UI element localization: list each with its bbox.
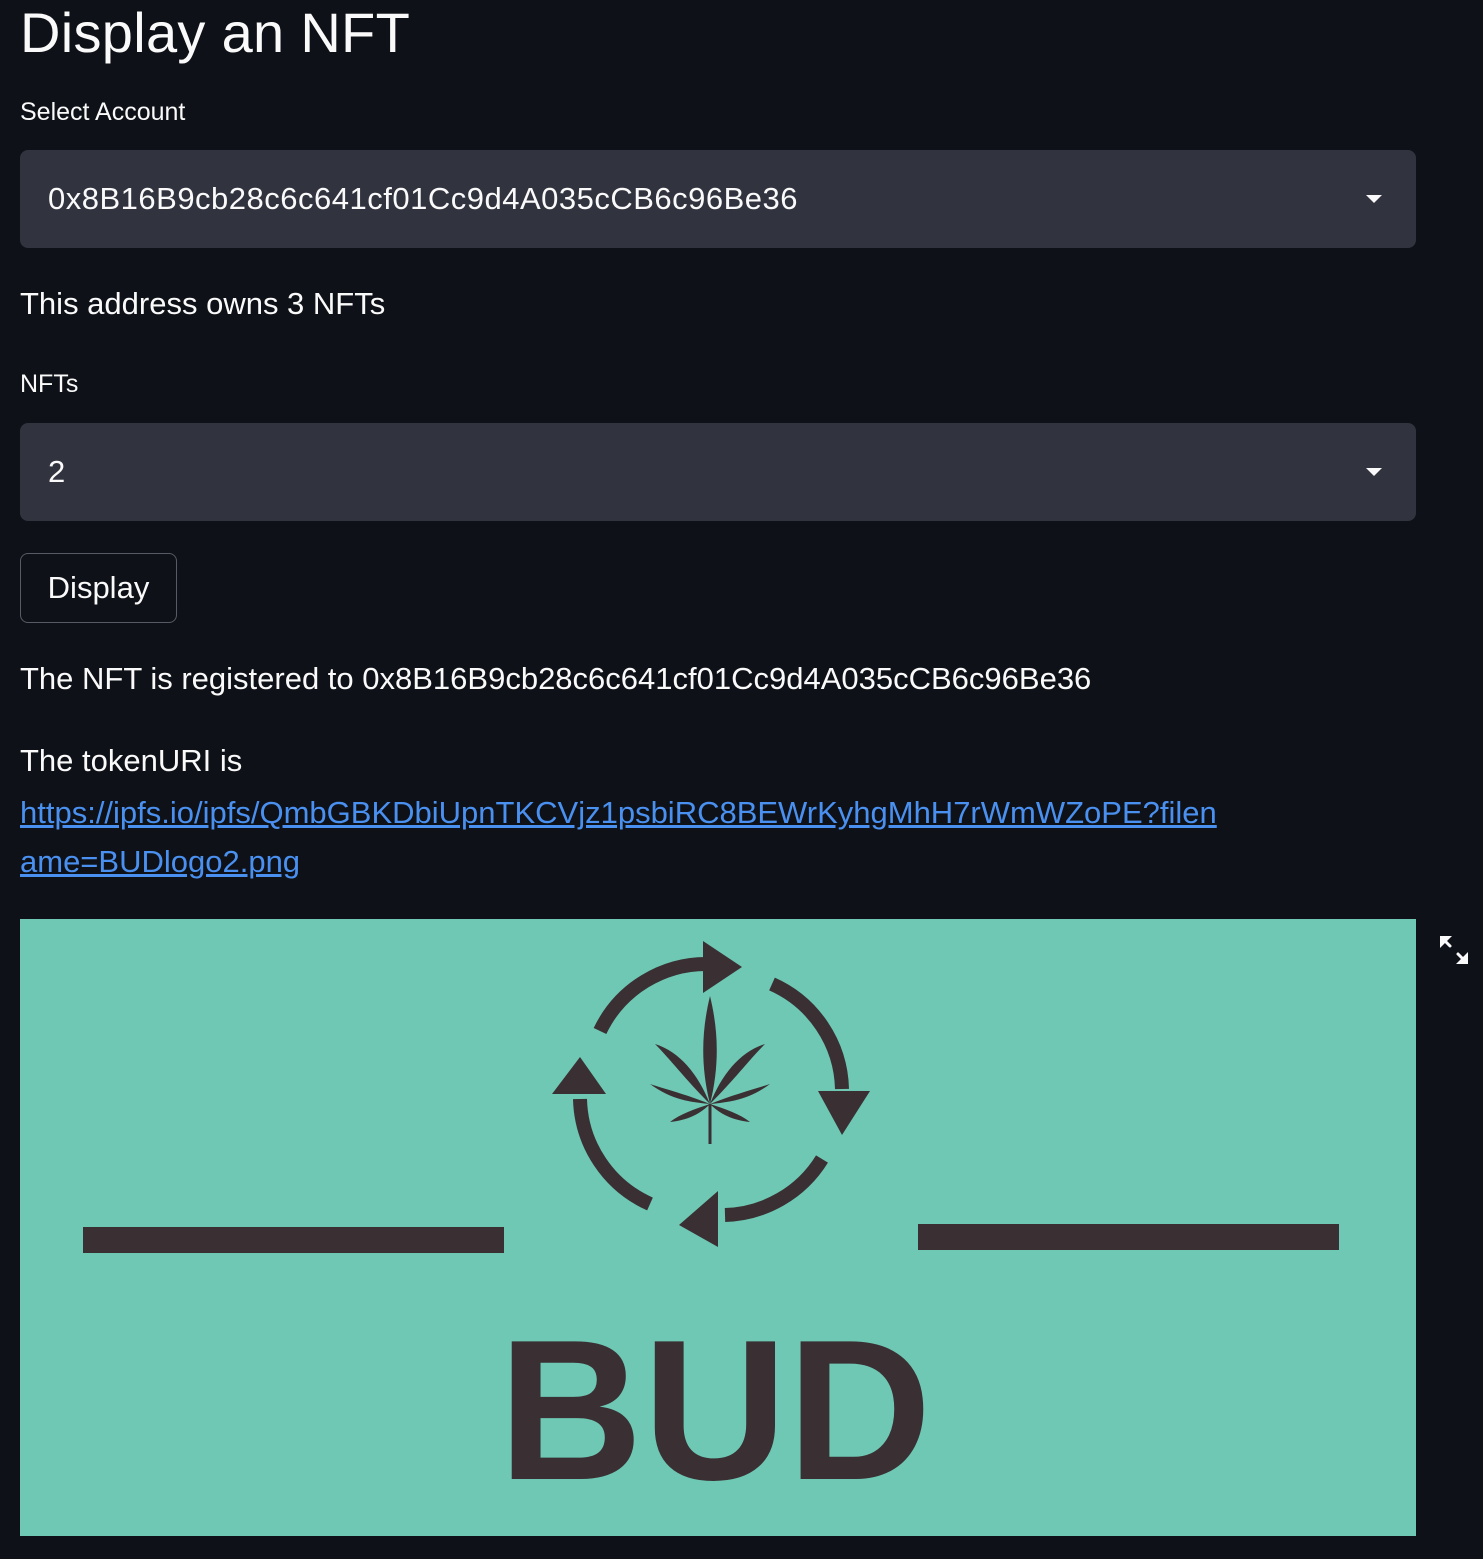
display-button[interactable]: Display [20, 553, 177, 623]
nft-image: BUD [20, 919, 1416, 1536]
bud-logo: BUD [83, 941, 1339, 1522]
page-title: Display an NFT [20, 1, 411, 64]
account-select[interactable]: 0x8B16B9cb28c6c641cf01Cc9d4A035cCB6c96Be… [20, 150, 1416, 248]
account-select-label: Select Account [20, 98, 186, 126]
chevron-down-icon [1366, 195, 1382, 203]
fullscreen-icon[interactable] [1436, 932, 1472, 968]
app-page: Display an NFT Select Account 0x8B16B9cb… [0, 0, 1483, 1559]
token-uri-label: The tokenURI is [20, 743, 243, 778]
nft-select[interactable]: 2 [20, 423, 1416, 521]
registered-owner-text: The NFT is registered to 0x8B16B9cb28c6c… [20, 661, 1092, 696]
chevron-down-icon [1366, 468, 1382, 476]
account-select-value: 0x8B16B9cb28c6c641cf01Cc9d4A035cCB6c96Be… [48, 181, 799, 216]
nft-count-text: This address owns 3 NFTs [20, 286, 386, 321]
nft-select-label: NFTs [20, 370, 79, 398]
nft-select-value: 2 [48, 454, 66, 489]
logo-text: BUD [498, 1299, 931, 1522]
token-uri-link[interactable]: https://ipfs.io/ipfs/QmbGBKDbiUpnTKCVjz1… [20, 788, 1220, 886]
